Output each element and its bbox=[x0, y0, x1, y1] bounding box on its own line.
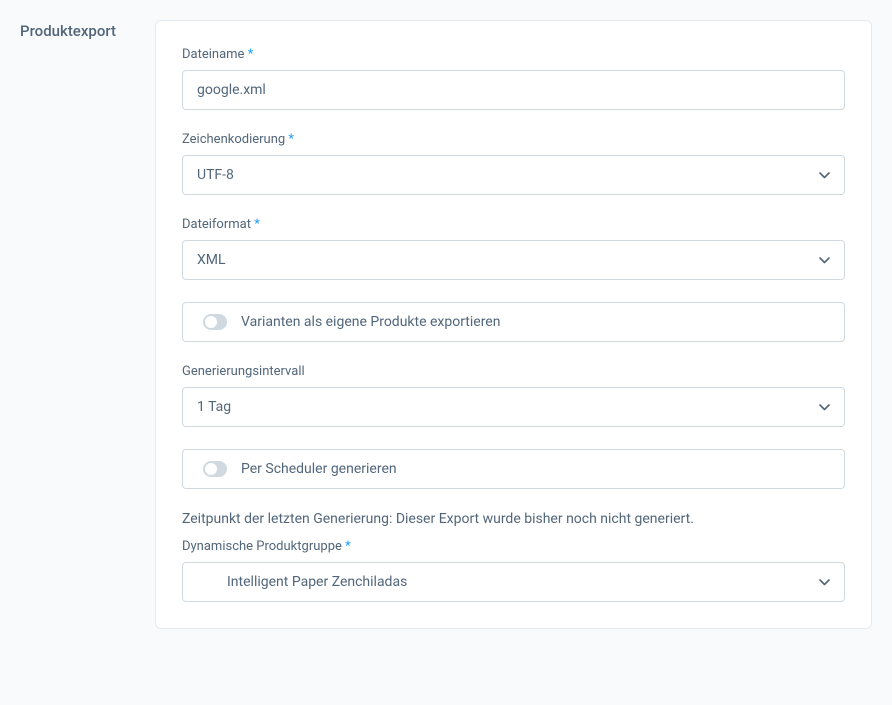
variants-toggle-row: Varianten als eigene Produkte exportiere… bbox=[182, 302, 845, 342]
scheduler-toggle-label: Per Scheduler generieren bbox=[241, 461, 397, 477]
filename-group: Dateiname * bbox=[182, 47, 845, 110]
section-title: Produktexport bbox=[20, 22, 135, 40]
encoding-value: UTF-8 bbox=[197, 167, 234, 183]
fileformat-select[interactable]: XML bbox=[182, 240, 845, 280]
required-mark: * bbox=[248, 47, 254, 62]
interval-group: Generierungsintervall 1 Tag bbox=[182, 364, 845, 427]
fileformat-label: Dateiformat * bbox=[182, 217, 845, 232]
encoding-group: Zeichenkodierung * UTF-8 bbox=[182, 132, 845, 195]
scheduler-toggle[interactable] bbox=[203, 461, 227, 477]
variants-toggle-group: Varianten als eigene Produkte exportiere… bbox=[182, 302, 845, 342]
productgroup-select[interactable]: Intelligent Paper Zenchiladas bbox=[182, 562, 845, 602]
chevron-down-icon bbox=[818, 169, 830, 181]
encoding-select[interactable]: UTF-8 bbox=[182, 155, 845, 195]
interval-value: 1 Tag bbox=[197, 399, 231, 415]
encoding-label-text: Zeichenkodierung bbox=[182, 132, 285, 147]
scheduler-toggle-group: Per Scheduler generieren bbox=[182, 449, 845, 489]
encoding-select-wrapper: UTF-8 bbox=[182, 155, 845, 195]
required-mark: * bbox=[345, 539, 351, 554]
chevron-down-icon bbox=[818, 576, 830, 588]
fileformat-label-text: Dateiformat bbox=[182, 217, 251, 232]
required-mark: * bbox=[254, 217, 260, 232]
chevron-down-icon bbox=[818, 254, 830, 266]
filename-label: Dateiname * bbox=[182, 47, 845, 62]
section-title-wrapper: Produktexport bbox=[20, 20, 135, 629]
fileformat-value: XML bbox=[197, 252, 226, 268]
productgroup-label: Dynamische Produktgruppe * bbox=[182, 539, 845, 554]
encoding-label: Zeichenkodierung * bbox=[182, 132, 845, 147]
interval-label: Generierungsintervall bbox=[182, 364, 845, 379]
interval-select[interactable]: 1 Tag bbox=[182, 387, 845, 427]
required-mark: * bbox=[288, 132, 294, 147]
last-generated-info: Zeitpunkt der letzten Generierung: Diese… bbox=[182, 511, 845, 527]
variants-toggle[interactable] bbox=[203, 314, 227, 330]
interval-select-wrapper: 1 Tag bbox=[182, 387, 845, 427]
interval-label-text: Generierungsintervall bbox=[182, 364, 305, 379]
filename-input[interactable] bbox=[182, 70, 845, 110]
productgroup-group: Dynamische Produktgruppe * Intelligent P… bbox=[182, 539, 845, 602]
productgroup-select-wrapper: Intelligent Paper Zenchiladas bbox=[182, 562, 845, 602]
scheduler-toggle-row: Per Scheduler generieren bbox=[182, 449, 845, 489]
filename-label-text: Dateiname bbox=[182, 47, 244, 62]
chevron-down-icon bbox=[818, 401, 830, 413]
form-card: Dateiname * Zeichenkodierung * UTF-8 bbox=[155, 20, 872, 629]
productgroup-value: Intelligent Paper Zenchiladas bbox=[227, 574, 407, 590]
fileformat-select-wrapper: XML bbox=[182, 240, 845, 280]
fileformat-group: Dateiformat * XML bbox=[182, 217, 845, 280]
productgroup-label-text: Dynamische Produktgruppe bbox=[182, 539, 342, 554]
variants-toggle-label: Varianten als eigene Produkte exportiere… bbox=[241, 314, 500, 330]
